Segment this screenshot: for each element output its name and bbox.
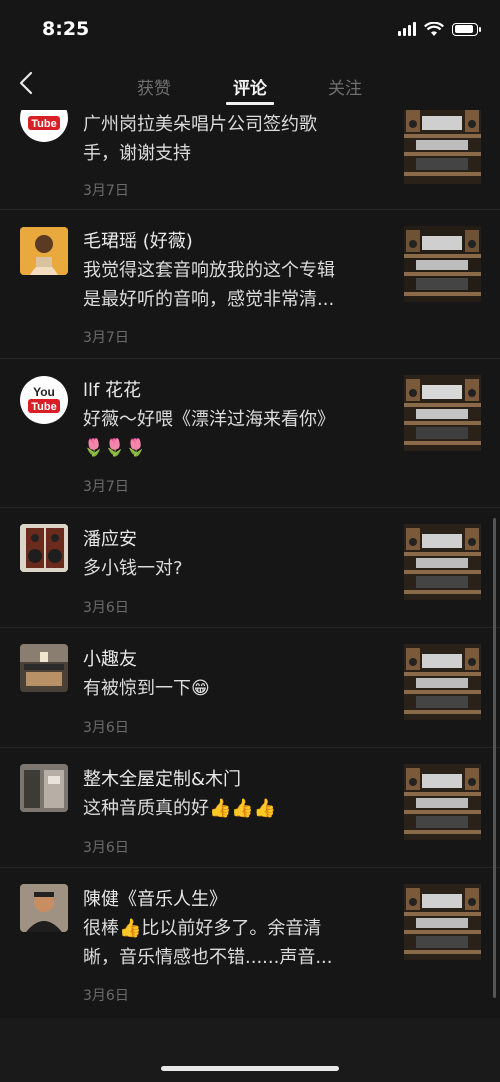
post-thumbnail[interactable] — [404, 226, 481, 302]
svg-text:You: You — [33, 385, 55, 399]
svg-text:Tube: Tube — [31, 401, 56, 413]
comment-item[interactable]: 小趣友 有被惊到一下😁 3月6日 — [0, 628, 500, 747]
room-avatar-icon — [20, 644, 68, 692]
man-avatar-icon — [20, 884, 68, 932]
comment-text: 很棒👍比以前好多了。余音清 晰，音乐情感也不错......声音... — [83, 918, 333, 968]
comment-date: 3月6日 — [83, 600, 129, 616]
wifi-icon — [424, 21, 444, 36]
tab-likes[interactable]: 获赞 — [124, 74, 184, 99]
comment-item[interactable]: You Tube llf 花花 好薇～好喂《漂洋过海来看你》 🌷🌷🌷 3月7日 — [0, 359, 500, 507]
youtube-logo-icon: You Tube — [28, 385, 60, 413]
comment-item[interactable]: 毛珺瑶 (好薇) 我觉得这套音响放我的这个专辑 是最好听的音响，感觉非常清...… — [0, 210, 500, 358]
audio-setup-thumbnail-icon — [404, 644, 481, 720]
post-thumbnail[interactable] — [404, 884, 481, 960]
interior-avatar-icon — [20, 764, 68, 812]
youtube-logo-icon: Tube — [28, 116, 60, 130]
audio-setup-thumbnail-icon — [404, 375, 481, 451]
emoji-row: 🌷🌷🌷 — [83, 438, 147, 458]
nav-bar: 获赞 评论 关注 — [0, 58, 500, 110]
battery-icon — [452, 22, 481, 36]
comment-text: 好薇～好喂《漂洋过海来看你》 🌷🌷🌷 — [83, 405, 388, 463]
status-bar: 8:25 — [0, 0, 500, 58]
status-time: 8:25 — [42, 18, 90, 40]
post-thumbnail[interactable] — [404, 524, 481, 600]
comment-text: 这种音质真的好👍👍👍 — [83, 798, 277, 819]
post-thumbnail[interactable] — [404, 644, 481, 720]
home-indicator[interactable] — [161, 1066, 339, 1071]
comment-date: 3月6日 — [83, 988, 129, 1004]
active-tab-indicator — [226, 102, 274, 105]
comment-item[interactable]: 潘应安 多小钱一对? 3月6日 — [0, 508, 500, 627]
tab-bar: 获赞 评论 关注 — [0, 58, 500, 110]
speaker-avatar-icon — [20, 524, 68, 572]
status-icons — [398, 20, 481, 38]
comment-date: 3月6日 — [83, 840, 129, 856]
avatar[interactable] — [20, 764, 68, 812]
audio-setup-thumbnail-icon — [404, 226, 481, 302]
audio-setup-thumbnail-icon — [404, 524, 481, 600]
commenter-name[interactable]: 整木全屋定制&木门 — [83, 765, 241, 791]
home-area — [0, 1018, 500, 1082]
avatar[interactable] — [20, 644, 68, 692]
scrollbar[interactable] — [493, 518, 496, 998]
person-avatar-icon — [20, 227, 68, 275]
post-thumbnail[interactable] — [404, 375, 481, 451]
tab-comments[interactable]: 评论 — [220, 74, 280, 99]
comment-text: 有被惊到一下😁 — [83, 678, 210, 699]
comment-item[interactable]: 整木全屋定制&木门 这种音质真的好👍👍👍 3月6日 — [0, 748, 500, 867]
avatar[interactable] — [20, 227, 68, 275]
comment-date: 3月7日 — [83, 330, 129, 346]
comment-text: 我觉得这套音响放我的这个专辑 是最好听的音响，感觉非常清... — [83, 260, 335, 310]
commenter-name[interactable]: llf 花花 — [83, 376, 141, 402]
audio-setup-thumbnail-icon — [404, 884, 481, 960]
comment-text: 广州岗拉美朵唱片公司签约歌 手，谢谢支持 — [83, 114, 317, 164]
audio-setup-thumbnail-icon — [404, 110, 481, 184]
avatar[interactable]: You Tube — [20, 376, 68, 424]
avatar[interactable]: Tube — [20, 110, 68, 142]
signal-icon — [398, 22, 416, 36]
comment-text: 多小钱一对? — [83, 558, 183, 579]
commenter-name[interactable]: 小趣友 — [83, 645, 137, 671]
post-thumbnail[interactable] — [404, 110, 481, 184]
comment-date: 3月7日 — [83, 183, 129, 199]
comment-item[interactable]: 陳健《音乐人生》 很棒👍比以前好多了。余音清 晰，音乐情感也不错......声音… — [0, 868, 500, 1016]
tab-follows[interactable]: 关注 — [315, 74, 375, 99]
audio-setup-thumbnail-icon — [404, 764, 481, 840]
avatar[interactable] — [20, 884, 68, 932]
comment-item[interactable]: Tube 广州岗拉美朵唱片公司签约歌 手，谢谢支持 3月7日 — [0, 110, 500, 209]
commenter-name[interactable]: 毛珺瑶 (好薇) — [83, 227, 193, 253]
post-thumbnail[interactable] — [404, 764, 481, 840]
commenter-name[interactable]: 潘应安 — [83, 525, 137, 551]
comment-list: Tube 广州岗拉美朵唱片公司签约歌 手，谢谢支持 3月7日 毛珺瑶 (好薇) … — [0, 110, 500, 1018]
svg-text:Tube: Tube — [31, 118, 56, 130]
comment-date: 3月7日 — [83, 479, 129, 495]
commenter-name[interactable]: 陳健《音乐人生》 — [83, 885, 227, 911]
comment-date: 3月6日 — [83, 720, 129, 736]
avatar[interactable] — [20, 524, 68, 572]
